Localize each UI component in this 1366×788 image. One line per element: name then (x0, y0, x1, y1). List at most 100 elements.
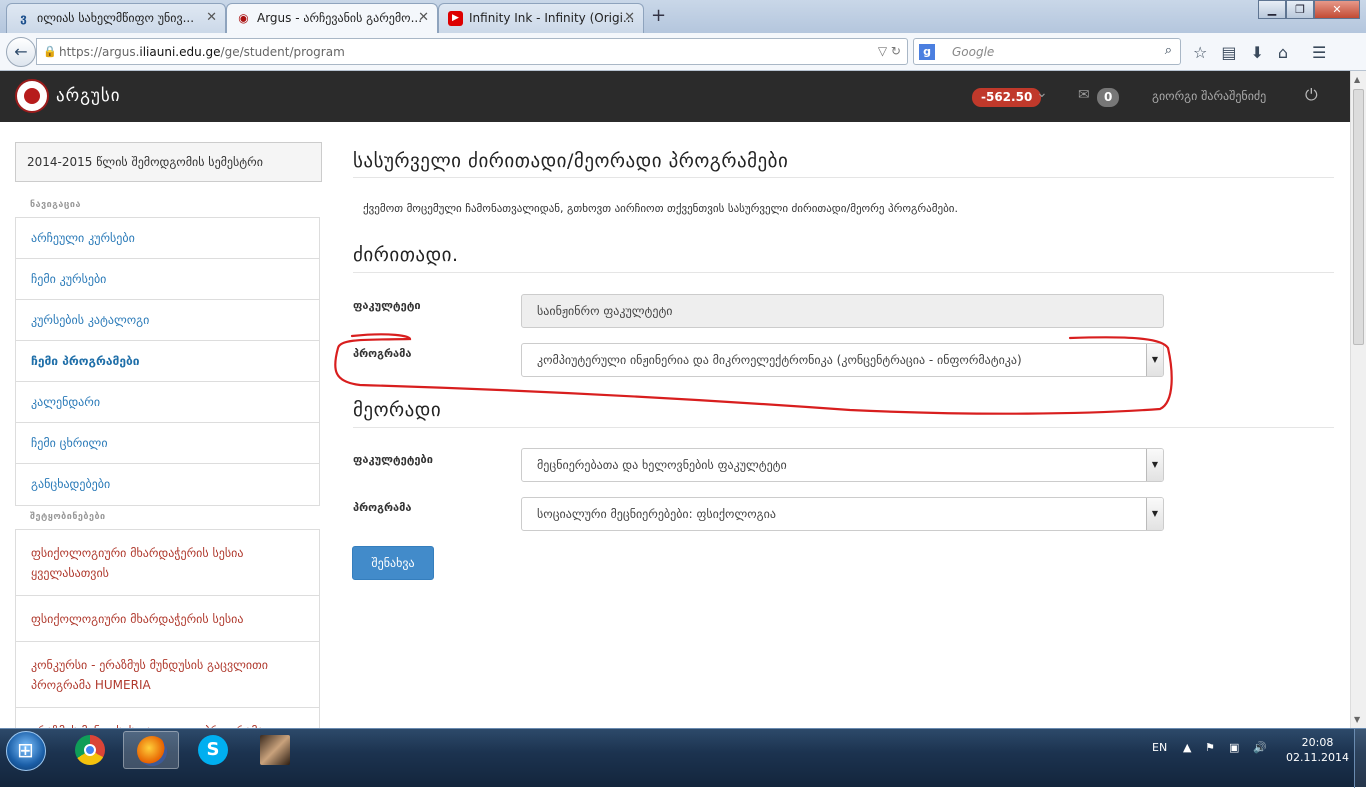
minor-faculty-value: მეცნიერებათა და ხელოვნების ფაკულტეტი (537, 458, 787, 472)
major-program-label: პროგრამა (353, 347, 412, 360)
browser-tab-youtube[interactable]: ▶ Infinity Ink - Infinity (Origi... ✕ (438, 3, 644, 33)
announcements-list: ფსიქოლოგიური მხარდაჭერის სესია ყველასათვ… (15, 529, 320, 728)
university-logo-icon[interactable] (15, 79, 49, 113)
major-faculty-field: საინჟინრო ფაკულტეტი (521, 294, 1164, 328)
tray-network-icon[interactable]: ▣ (1229, 741, 1239, 754)
window-controls: ▁ ❐ ✕ (1258, 0, 1360, 20)
intro-text: ქვემოთ მოცემული ჩამონათვალიდან, გთხოვთ ა… (363, 202, 958, 215)
downloads-icon[interactable]: ⬇ (1250, 43, 1263, 62)
show-desktop-button[interactable] (1354, 729, 1366, 788)
windows-start-button[interactable] (6, 731, 46, 771)
tab-close-icon[interactable]: ✕ (624, 10, 635, 25)
system-clock[interactable]: 20:08 02.11.2014 (1286, 735, 1349, 765)
announcements-title: შეტყობინებები (30, 512, 106, 522)
divider (353, 272, 1334, 273)
tray-show-hidden-icon[interactable]: ▲ (1183, 741, 1191, 754)
mail-count-badge[interactable]: 0 (1097, 88, 1120, 107)
dropdown-arrow-icon[interactable]: ▼ (1146, 344, 1163, 376)
bookmarks-list-icon[interactable]: ▤ (1221, 43, 1236, 62)
bookmark-star-icon[interactable]: ☆ (1193, 43, 1207, 62)
logout-power-icon[interactable]: ⏻ (1305, 85, 1318, 105)
sidebar-item-announcements[interactable]: განცხადებები (16, 464, 319, 505)
mail-icon[interactable]: ✉ (1078, 87, 1090, 103)
url-bar[interactable]: 🔒 https://argus.iliauni.edu.ge/ge/studen… (36, 38, 908, 65)
windows-taskbar: S EN ▲ ⚑ ▣ 🔊 20:08 02.11.2014 (0, 728, 1366, 788)
sidebar-item-my-courses[interactable]: ჩემი კურსები (16, 259, 319, 300)
tab-title: ილიას სახელმწიფო უნივ... (37, 11, 195, 25)
maximize-button[interactable]: ❐ (1286, 0, 1314, 19)
sidebar-item-my-programs[interactable]: ჩემი პროგრამები (16, 341, 319, 382)
sidebar-item-selected-courses[interactable]: არჩეული კურსები (16, 218, 319, 259)
sidebar-item-my-schedule[interactable]: ჩემი ცხრილი (16, 423, 319, 464)
page-title: სასურველი ძირითადი/მეორადი პროგრამები (353, 150, 789, 172)
taskbar-chrome-icon[interactable] (62, 731, 118, 769)
divider (353, 427, 1334, 428)
menu-icon[interactable]: ☰ (1312, 43, 1326, 62)
minor-faculty-label: ფაკულტეტები (353, 453, 433, 466)
tab-close-icon[interactable]: ✕ (206, 10, 217, 25)
clock-date: 02.11.2014 (1286, 751, 1349, 764)
announcement-link[interactable]: ფსიქოლოგიური მხარდაჭერის სესია (16, 596, 319, 642)
sidebar-item-course-catalog[interactable]: კურსების კატალოგი (16, 300, 319, 341)
minor-program-label: პროგრამა (353, 501, 412, 514)
url-domain: iliauni.edu.ge (139, 45, 221, 59)
search-icon[interactable]: ⌕ (1165, 43, 1172, 58)
tray-flag-icon[interactable]: ⚑ (1205, 741, 1215, 754)
minor-faculty-select[interactable]: მეცნიერებათა და ხელოვნების ფაკულტეტი ▼ (521, 448, 1164, 482)
tray-volume-icon[interactable]: 🔊 (1253, 741, 1267, 754)
sidebar-nav-menu: არჩეული კურსები ჩემი კურსები კურსების კა… (15, 217, 320, 506)
browser-tab-bar: ვ ილიას სახელმწიფო უნივ... ✕ ◉ Argus - ა… (0, 0, 1366, 33)
url-path: /ge/student/program (220, 45, 345, 59)
browser-tab-iliauni[interactable]: ვ ილიას სახელმწიფო უნივ... ✕ (6, 3, 226, 33)
minor-program-value: სოციალური მეცნიერებები: ფსიქოლოგია (537, 507, 776, 521)
major-heading: ძირითადი. (353, 244, 459, 266)
sidebar-item-calendar[interactable]: კალენდარი (16, 382, 319, 423)
minor-heading: მეორადი (353, 399, 442, 421)
new-tab-button[interactable]: + (651, 5, 666, 26)
announcement-link[interactable]: ფსიქოლოგიური მხარდაჭერის სესია ყველასათვ… (16, 530, 319, 596)
taskbar-media-icon[interactable] (247, 731, 303, 769)
scroll-down-icon[interactable]: ▼ (1354, 715, 1360, 724)
lock-icon: 🔒 (43, 45, 57, 58)
language-indicator[interactable]: EN (1152, 741, 1167, 754)
back-button[interactable]: ← (6, 37, 36, 67)
browser-toolbar-icons: ☆ ▤ ⬇ ⌂ ☰ (1193, 43, 1326, 62)
tab-favicon-icon: ვ (20, 11, 27, 25)
search-placeholder: Google (952, 45, 995, 59)
browser-tab-argus[interactable]: ◉ Argus - არჩევანის გარემო... ✕ (226, 3, 438, 33)
minor-program-select[interactable]: სოციალური მეცნიერებები: ფსიქოლოგია ▼ (521, 497, 1164, 531)
major-faculty-label: ფაკულტეტი (353, 299, 421, 312)
balance-badge[interactable]: -562.50 (972, 88, 1042, 107)
brand-name[interactable]: არგუსი (56, 86, 121, 106)
announcement-link[interactable]: ერაზმუს მუნდუსის გაცვლითი პროგრამა (16, 708, 319, 728)
browser-nav-bar: ← 🔒 https://argus.iliauni.edu.ge/ge/stud… (0, 33, 1366, 71)
scroll-up-icon[interactable]: ▲ (1354, 75, 1360, 84)
tab-title: Argus - არჩევანის გარემო... (257, 11, 423, 25)
divider (353, 177, 1334, 178)
major-program-value: კომპიუტერული ინჟინერია და მიკროელექტრონი… (537, 353, 1022, 367)
user-name-link[interactable]: გიორგი შარაშენიძე (1152, 89, 1266, 103)
home-icon[interactable]: ⌂ (1278, 43, 1288, 62)
dropdown-arrow-icon[interactable]: ▼ (1146, 449, 1163, 481)
page-scrollbar[interactable]: ▲ ▼ (1350, 71, 1366, 728)
search-engine-icon[interactable]: g (919, 44, 935, 60)
tab-close-icon[interactable]: ✕ (418, 10, 429, 25)
save-button[interactable]: შენახვა (352, 546, 434, 580)
dropdown-arrow-icon[interactable]: ▼ (1146, 498, 1163, 530)
url-prefix: https://argus. (59, 45, 140, 59)
site-header: არგუსი -562.50 ⌄ ✉ 0 გიორგი შარაშენიძე ⏻ (0, 71, 1350, 122)
tab-favicon-icon: ◉ (238, 11, 249, 25)
clock-time: 20:08 (1301, 736, 1334, 749)
announcement-link[interactable]: კონკურსი - ერაზმუს მუნდუსის გაცვლითი პრო… (16, 642, 319, 708)
semester-box: 2014-2015 წლის შემოდგომის სემესტრი (15, 142, 322, 182)
reload-icon[interactable]: ▽ ↻ (878, 44, 901, 58)
taskbar-firefox-icon[interactable] (123, 731, 179, 769)
chevron-down-icon[interactable]: ⌄ (1036, 85, 1048, 101)
major-program-select[interactable]: კომპიუტერული ინჟინერია და მიკროელექტრონი… (521, 343, 1164, 377)
minimize-button[interactable]: ▁ (1258, 0, 1286, 19)
scrollbar-thumb[interactable] (1353, 89, 1364, 345)
search-bar[interactable]: g Google ⌕ (913, 38, 1181, 65)
tab-favicon-icon: ▶ (448, 11, 463, 26)
taskbar-skype-icon[interactable]: S (185, 731, 241, 769)
close-window-button[interactable]: ✕ (1314, 0, 1360, 19)
